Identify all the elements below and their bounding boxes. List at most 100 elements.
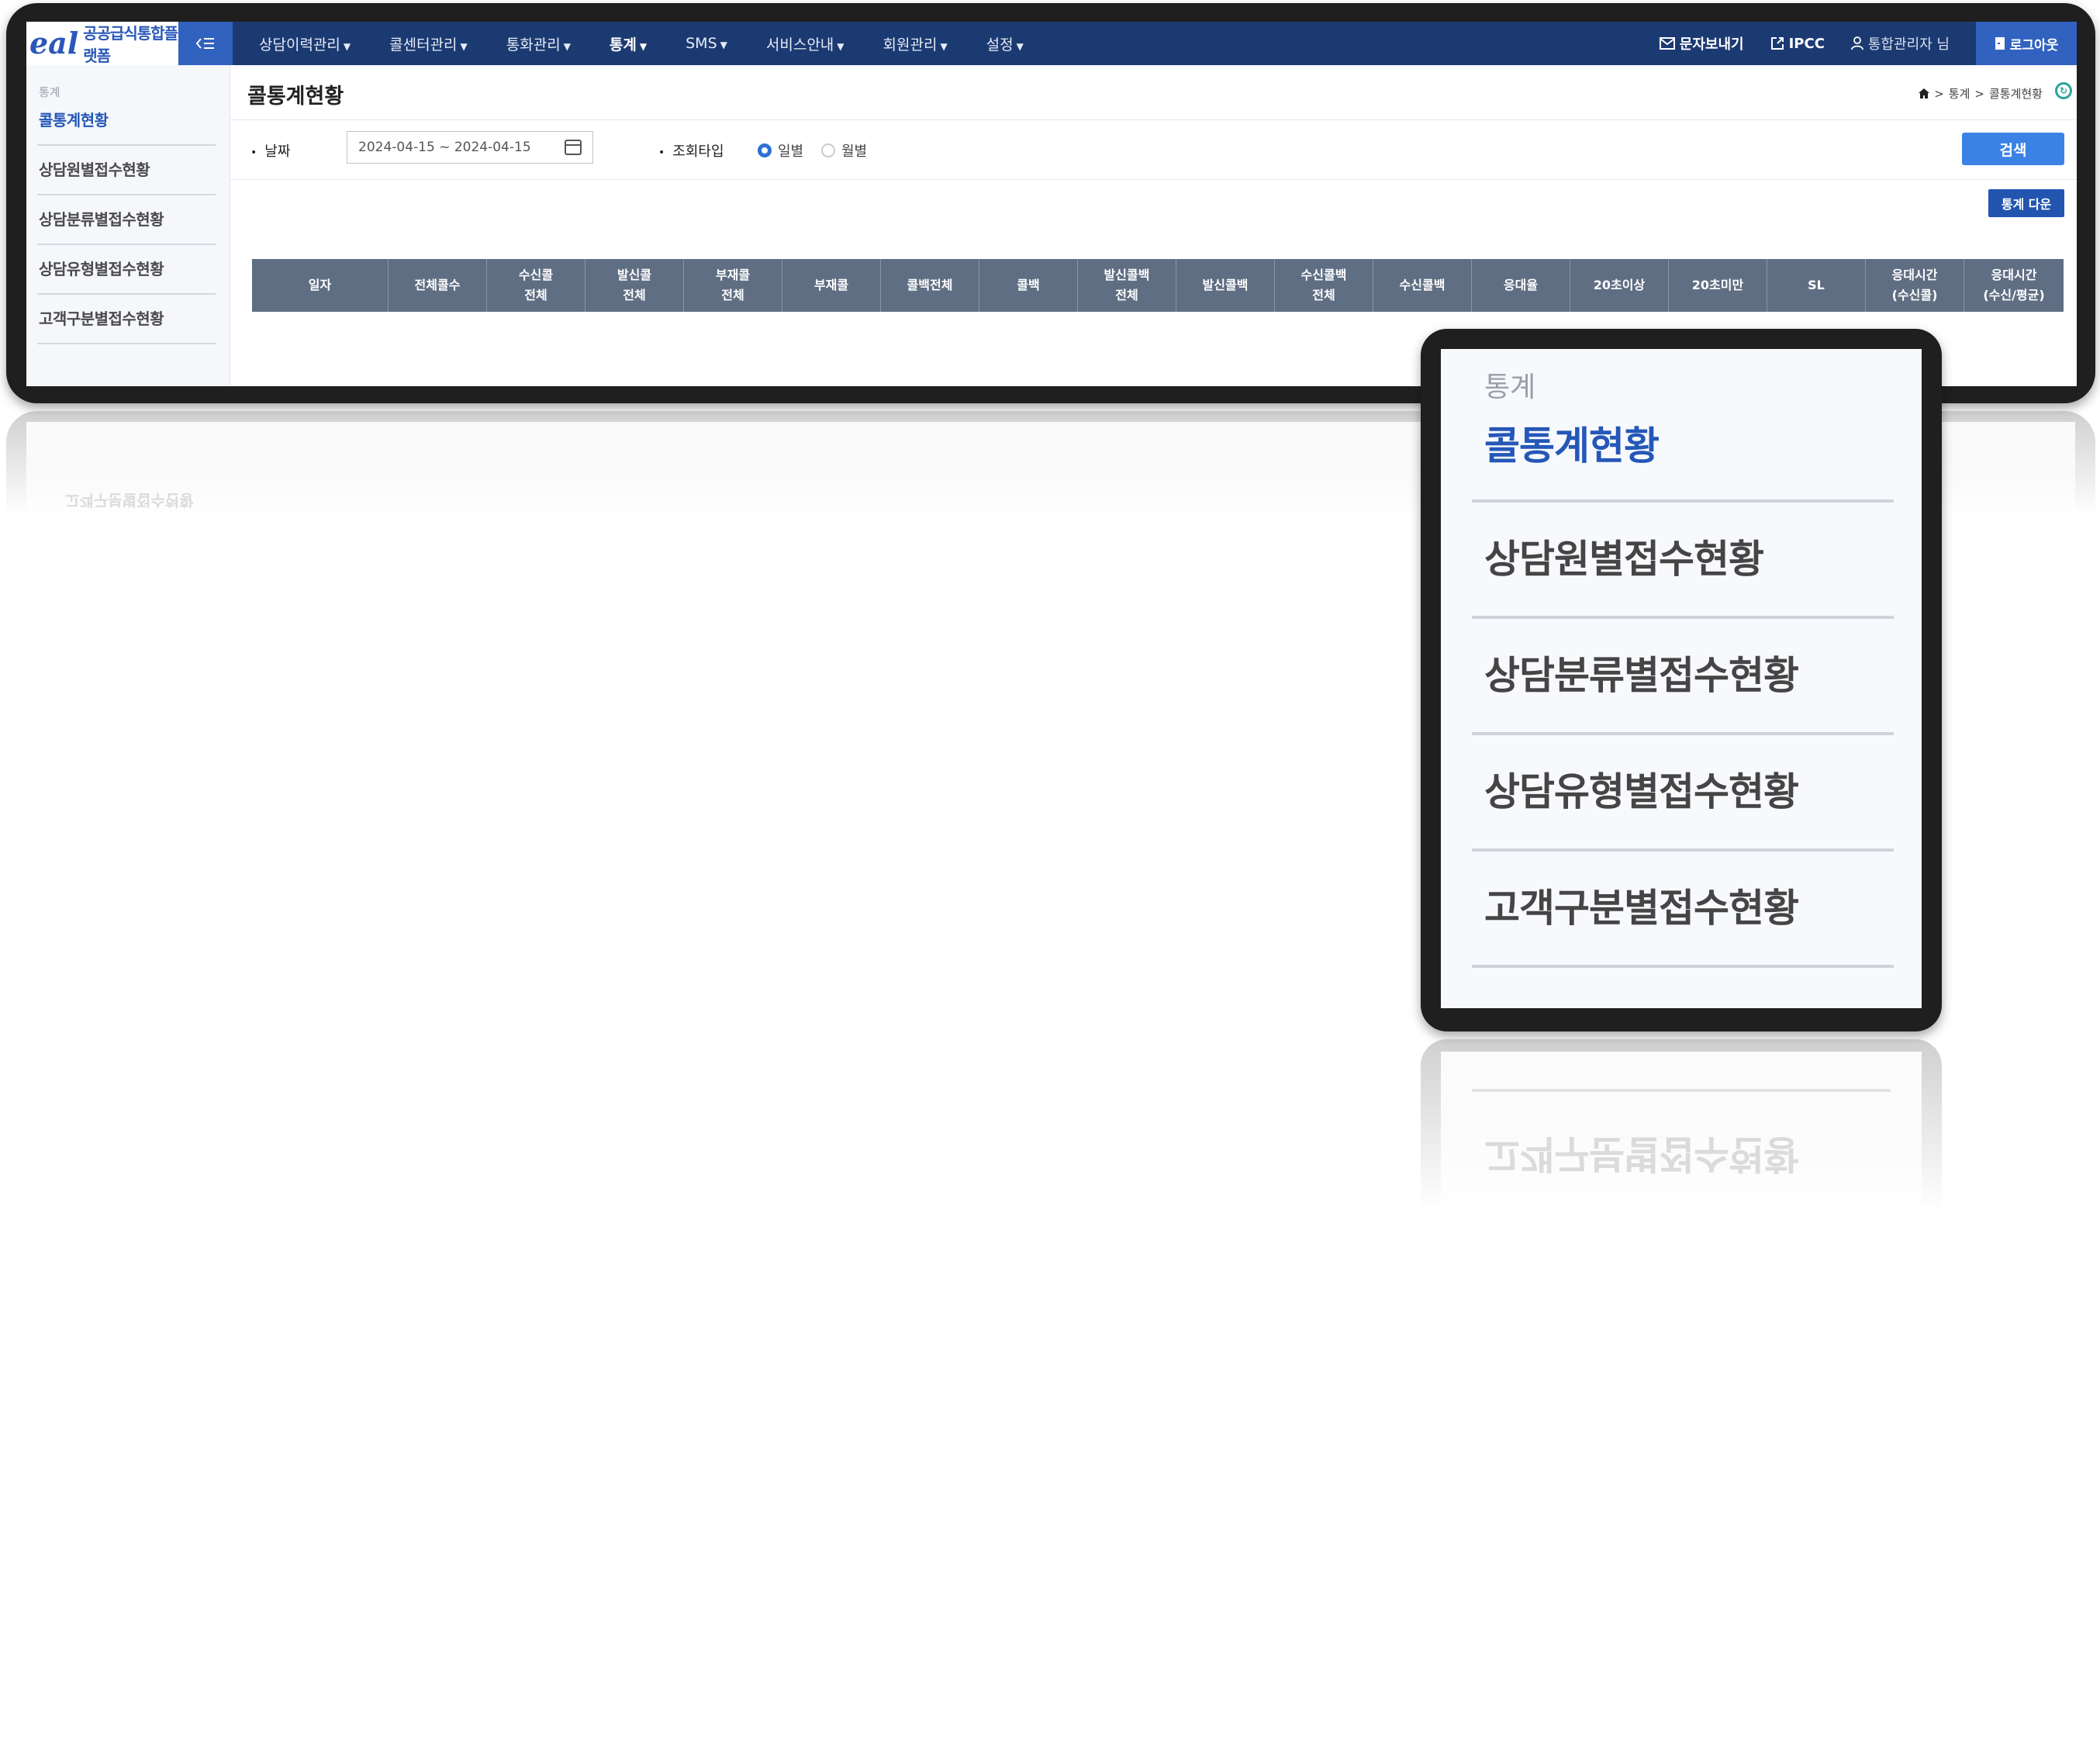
sidebar-item-by-customer[interactable]: 고객구분별접수현황 xyxy=(37,295,216,344)
menu-collapse-icon[interactable] xyxy=(178,22,233,65)
nav-item-consult-history[interactable]: 상담이력관리 ▼ xyxy=(259,33,351,54)
bullet-icon: • xyxy=(250,147,257,159)
column-header[interactable]: 응대시간 (수신콜) xyxy=(1866,259,1964,312)
reflection-surface: 고객구분별접수현황 xyxy=(1441,1052,1922,1241)
nav-item-label: 통계 xyxy=(609,36,637,54)
column-header[interactable]: SL xyxy=(1767,259,1866,312)
sidebar-item-by-category[interactable]: 상담분류별접수현황 xyxy=(37,195,216,245)
home-icon[interactable] xyxy=(1919,88,1930,98)
caret-down-icon: ▼ xyxy=(1016,40,1024,52)
logout-label: 로그아웃 xyxy=(2009,37,2059,54)
date-range-value: 2024-04-15 ~ 2024-04-15 xyxy=(358,140,531,155)
nav-item-callcenter[interactable]: 콜센터관리 ▼ xyxy=(389,33,468,54)
zoom-item-by-type: 상담유형별접수현황 xyxy=(1472,735,1894,852)
user-name: 통합관리자 님 xyxy=(1867,36,1950,53)
zoom-callout-screen: 통계 콜통계현황 상담원별접수현황 상담분류별접수현황 상담유형별접수현황 고객… xyxy=(1441,349,1922,1008)
zoom-sidebar-menu: 콜통계현황 상담원별접수현황 상담분류별접수현황 상담유형별접수현황 고객구분별… xyxy=(1472,403,1894,968)
radio-unchecked-icon xyxy=(821,143,835,157)
sidebar-item-by-type[interactable]: 상담유형별접수현황 xyxy=(37,245,216,295)
external-link-icon xyxy=(1770,37,1784,50)
logout-button[interactable]: 로그아웃 xyxy=(1976,22,2077,65)
nav-item-members[interactable]: 회원관리 ▼ xyxy=(883,33,948,54)
column-header[interactable]: 부재콜 xyxy=(782,259,881,312)
nav-item-service-guide[interactable]: 서비스안내 ▼ xyxy=(766,33,844,54)
page-title: 콜통계현황 xyxy=(247,85,344,109)
send-message-label: 문자보내기 xyxy=(1679,36,1744,53)
nav-item-sms[interactable]: SMS ▼ xyxy=(686,35,727,52)
column-header[interactable]: 전체콜수 xyxy=(389,259,487,312)
nav-item-call[interactable]: 통화관리 ▼ xyxy=(506,33,571,54)
mail-icon xyxy=(1659,37,1675,50)
column-header[interactable]: 일자 xyxy=(252,259,389,312)
date-range-input[interactable]: 2024-04-15 ~ 2024-04-15 xyxy=(347,131,593,164)
zoom-item-by-category: 상담분류별접수현황 xyxy=(1472,619,1894,735)
zoom-callout-frame: 통계 콜통계현황 상담원별접수현황 상담분류별접수현황 상담유형별접수현황 고객… xyxy=(1421,329,1942,1031)
stats-table-header: 일자 전체콜수 수신콜 전체 발신콜 전체 부재콜 전체 부재콜 콜백전체 콜백… xyxy=(252,259,2064,312)
send-message-button[interactable]: 문자보내기 xyxy=(1659,33,1744,54)
logo-text: 공공급식통합플랫폼 xyxy=(83,24,178,65)
nav-item-label: SMS xyxy=(686,35,717,52)
top-navigation-bar: eal 공공급식통합플랫폼 상담이력관리 ▼ 콜센터관리 ▼ 통화관리 ▼ 통계 ▼ S… xyxy=(26,22,2077,65)
column-header[interactable]: 콜백 xyxy=(979,259,1078,312)
zoom-sidebar-header: 통계 xyxy=(1484,371,1536,403)
caret-down-icon: ▼ xyxy=(940,40,948,52)
column-header[interactable]: 20초미만 xyxy=(1669,259,1767,312)
query-type-label: • 조회타입 xyxy=(658,140,724,161)
column-header[interactable]: 수신콜백 전체 xyxy=(1275,259,1373,312)
column-header[interactable]: 발신콜백 xyxy=(1176,259,1275,312)
radio-monthly[interactable]: 월별 xyxy=(821,140,867,161)
nav-right-group: 문자보내기 IPCC 통합관리자 님 로그아웃 xyxy=(1659,22,2077,65)
caret-down-icon: ▼ xyxy=(563,40,571,52)
column-header[interactable]: 부재콜 전체 xyxy=(684,259,782,312)
logout-icon xyxy=(1995,37,2005,50)
radio-monthly-label: 월별 xyxy=(841,143,868,160)
column-header[interactable]: 콜백전체 xyxy=(881,259,979,312)
user-icon xyxy=(1851,36,1863,50)
nav-item-label: 상담이력관리 xyxy=(259,36,340,54)
zoom-item-by-customer: 고객구분별접수현황 xyxy=(1472,852,1894,968)
caret-down-icon: ▼ xyxy=(343,40,351,52)
stats-download-button[interactable]: 통계 다운 xyxy=(1988,189,2064,217)
zoom-item-call-stats: 콜통계현황 xyxy=(1472,403,1894,503)
sidebar-item-by-agent[interactable]: 상담원별접수현황 xyxy=(37,146,216,195)
bullet-icon: • xyxy=(658,147,665,159)
sidebar-header: 통계 xyxy=(39,85,60,99)
date-label-text: 날짜 xyxy=(264,143,291,160)
radio-daily-label: 일별 xyxy=(778,143,804,160)
sidebar: 통계 콜통계현황 상담원별접수현황 상담분류별접수현황 상담유형별접수현황 고객… xyxy=(26,65,230,386)
column-header[interactable]: 응대율 xyxy=(1472,259,1570,312)
reflection-divider xyxy=(1472,1089,1891,1092)
caret-down-icon: ▼ xyxy=(639,40,648,52)
logo-mark: eal xyxy=(29,26,79,60)
sidebar-item-call-stats[interactable]: 콜통계현황 xyxy=(37,107,216,146)
reflection-ghost-text: 고객구분별접수현황 xyxy=(65,491,194,510)
zoom-frame-reflection: 고객구분별접수현황 xyxy=(1421,1039,1942,1241)
nav-item-label: 통화관리 xyxy=(506,36,561,54)
calendar-icon[interactable] xyxy=(565,140,582,155)
ipcc-link[interactable]: IPCC xyxy=(1770,36,1825,52)
query-type-label-text: 조회타입 xyxy=(672,143,724,160)
breadcrumb-item: 콜통계현황 xyxy=(1988,87,2043,101)
column-header[interactable]: 20초이상 xyxy=(1570,259,1669,312)
column-header[interactable]: 발신콜백 전체 xyxy=(1078,259,1176,312)
column-header[interactable]: 수신콜 전체 xyxy=(487,259,585,312)
breadcrumb-item[interactable]: 통계 xyxy=(1949,85,1970,102)
nav-item-settings[interactable]: 설정 ▼ xyxy=(986,33,1024,54)
radio-checked-icon xyxy=(758,143,772,157)
zoom-item-by-agent: 상담원별접수현황 xyxy=(1472,503,1894,619)
ipcc-label: IPCC xyxy=(1788,35,1825,52)
menu-collapse-glyph xyxy=(195,38,214,49)
column-header[interactable]: 수신콜백 xyxy=(1373,259,1472,312)
refresh-icon[interactable]: ↻ xyxy=(2055,82,2072,99)
caret-down-icon: ▼ xyxy=(720,40,727,50)
breadcrumb-separator: > xyxy=(1974,86,1984,101)
column-header[interactable]: 응대시간 (수신/평균) xyxy=(1964,259,2064,312)
radio-daily[interactable]: 일별 xyxy=(758,140,803,161)
search-button[interactable]: 검색 xyxy=(1962,133,2064,165)
column-header[interactable]: 발신콜 전체 xyxy=(585,259,684,312)
nav-item-label: 콜센터관리 xyxy=(389,36,458,54)
nav-item-label: 회원관리 xyxy=(882,36,938,54)
nav-item-statistics[interactable]: 통계 ▼ xyxy=(610,33,647,54)
user-info[interactable]: 통합관리자 님 xyxy=(1851,33,1950,54)
logo[interactable]: eal 공공급식통합플랫폼 xyxy=(26,22,178,65)
